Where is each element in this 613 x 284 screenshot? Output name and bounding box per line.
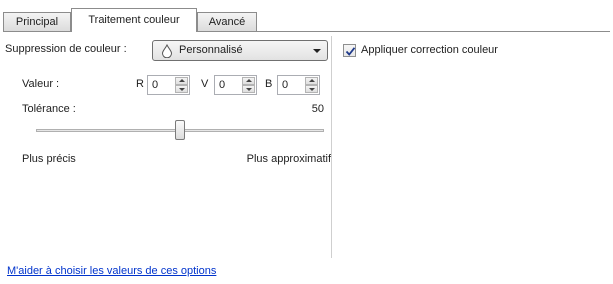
- b-spin-buttons: [305, 77, 318, 93]
- color-processing-panel: Suppression de couleur : Personnalisé Va…: [5, 32, 331, 258]
- color-dropout-select[interactable]: Personnalisé: [152, 40, 328, 61]
- r-value-stepper[interactable]: 0: [147, 75, 190, 95]
- b-label: B: [265, 78, 273, 90]
- value-label: Valeur :: [22, 78, 60, 90]
- chevron-down-icon: [313, 49, 321, 53]
- r-decrement-button[interactable]: [175, 85, 188, 93]
- droplet-icon: [161, 43, 173, 59]
- tab-traitement-couleur[interactable]: Traitement couleur: [71, 8, 197, 32]
- help-link[interactable]: M'aider à choisir les valeurs de ces opt…: [7, 265, 216, 277]
- b-value: 0: [282, 79, 289, 91]
- v-label: V: [201, 78, 209, 90]
- tolerance-label: Tolérance :: [22, 103, 76, 115]
- v-increment-button[interactable]: [242, 77, 255, 85]
- tolerance-slider[interactable]: [36, 120, 324, 148]
- r-spin-buttons: [175, 77, 188, 93]
- checkmark-icon: [345, 47, 356, 56]
- color-correction-label: Appliquer correction couleur: [361, 44, 498, 56]
- tolerance-value: 50: [311, 103, 324, 115]
- v-spin-buttons: [242, 77, 255, 93]
- tab-avance[interactable]: Avancé: [197, 12, 257, 31]
- slider-thumb[interactable]: [175, 120, 185, 140]
- min-label: Plus précis: [22, 153, 76, 165]
- b-increment-button[interactable]: [305, 77, 318, 85]
- v-value-stepper[interactable]: 0: [214, 75, 257, 95]
- v-decrement-button[interactable]: [242, 85, 255, 93]
- color-dropout-label: Suppression de couleur :: [5, 43, 127, 55]
- r-label: R: [136, 78, 144, 90]
- tab-strip: Principal Traitement couleur Avancé: [3, 8, 610, 32]
- r-value: 0: [152, 79, 159, 91]
- v-value: 0: [219, 79, 226, 91]
- tab-principal[interactable]: Principal: [3, 12, 71, 31]
- b-value-stepper[interactable]: 0: [277, 75, 320, 95]
- color-dropout-value: Personnalisé: [179, 44, 243, 56]
- r-increment-button[interactable]: [175, 77, 188, 85]
- color-correction-checkbox[interactable]: [343, 44, 356, 57]
- b-decrement-button[interactable]: [305, 85, 318, 93]
- max-label: Plus approximatif: [246, 153, 331, 165]
- panel-divider: [331, 36, 332, 258]
